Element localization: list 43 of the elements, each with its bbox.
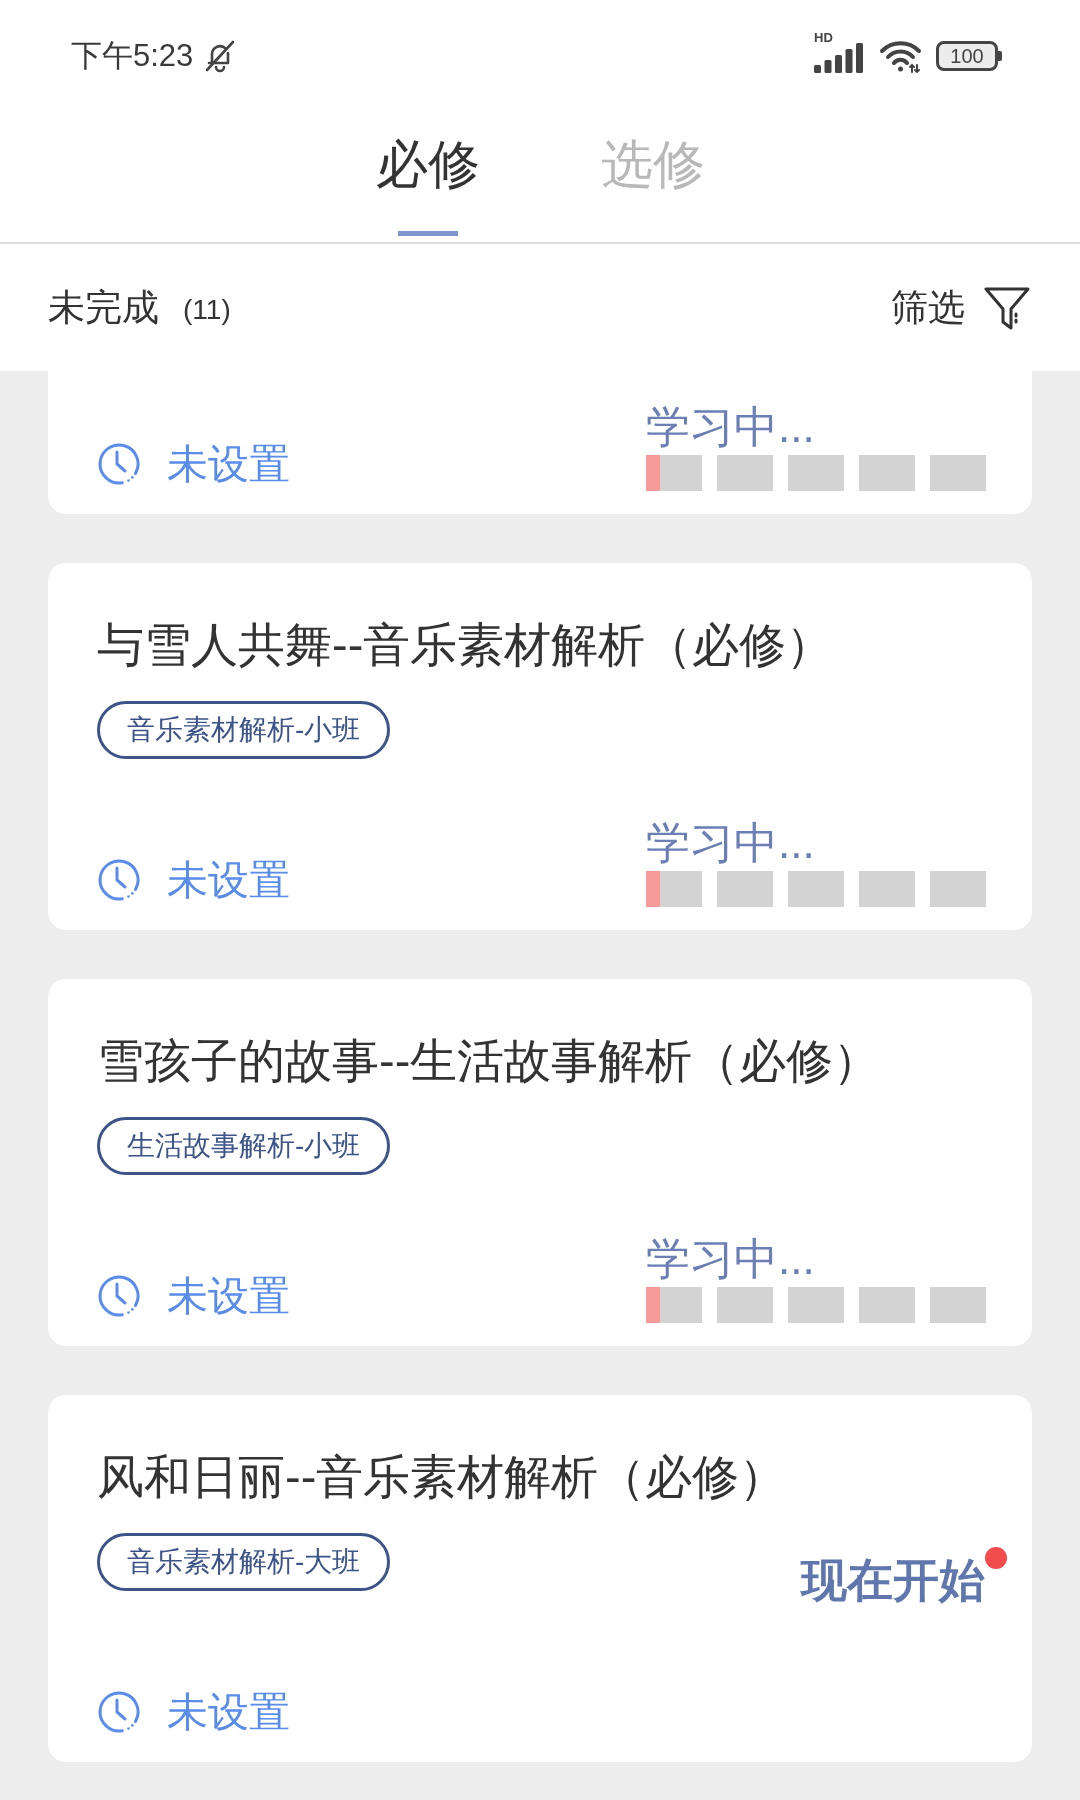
schedule-label: 未设置 bbox=[167, 856, 290, 905]
class-tag: 音乐素材解析-小班 bbox=[97, 701, 391, 759]
progress-segment bbox=[859, 871, 915, 907]
progress-segment bbox=[717, 455, 773, 491]
filter-button[interactable]: 筛选 bbox=[891, 283, 1031, 332]
course-card[interactable]: 风和日丽--音乐素材解析（必修） 音乐素材解析-大班 现在开始 未设置 bbox=[48, 1395, 1032, 1762]
tab[interactable]: 必修 bbox=[375, 134, 480, 236]
course-card[interactable]: 未设置 学习中... bbox=[48, 371, 1032, 514]
schedule-label: 未设置 bbox=[167, 1688, 290, 1737]
course-title: 风和日丽--音乐素材解析（必修） bbox=[97, 1449, 788, 1505]
progress-segment bbox=[788, 455, 844, 491]
progress-segment bbox=[859, 455, 915, 491]
class-tag: 音乐素材解析-大班 bbox=[97, 1533, 391, 1591]
progress-segment bbox=[859, 1287, 915, 1323]
course-title: 与雪人共舞--音乐素材解析（必修） bbox=[97, 617, 835, 673]
status-label: 学习中... bbox=[646, 818, 816, 868]
class-tag: 生活故事解析-小班 bbox=[97, 1117, 391, 1175]
clock-icon bbox=[97, 858, 141, 902]
status-label: 学习中... bbox=[646, 1234, 816, 1284]
network-type-label: HD bbox=[814, 31, 833, 45]
progress-segment bbox=[788, 1287, 844, 1323]
schedule-label: 未设置 bbox=[167, 1272, 290, 1321]
clock-icon bbox=[97, 1274, 141, 1318]
count-label: (11) bbox=[183, 292, 231, 327]
clock-icon bbox=[97, 442, 141, 486]
filter-status-label: 未完成 bbox=[48, 285, 159, 330]
wifi-icon bbox=[879, 39, 922, 73]
progress-segment bbox=[930, 1287, 986, 1323]
progress-segment bbox=[717, 871, 773, 907]
schedule-label: 未设置 bbox=[167, 440, 290, 489]
status-time: 下午5:23 bbox=[71, 38, 194, 74]
progress-segment bbox=[930, 455, 986, 491]
progress-segment bbox=[717, 1287, 773, 1323]
start-button[interactable]: 现在开始 bbox=[801, 1555, 985, 1605]
course-title: 雪孩子的故事--生活故事解析（必修） bbox=[97, 1033, 882, 1089]
progress-segment bbox=[788, 871, 844, 907]
signal-icon bbox=[814, 43, 865, 73]
battery-indicator: 100 bbox=[936, 41, 1002, 71]
course-card[interactable]: 与雪人共舞--音乐素材解析（必修） 音乐素材解析-小班 未设置 学习中... bbox=[48, 563, 1032, 930]
clock-icon bbox=[97, 1690, 141, 1734]
progress-segment bbox=[930, 871, 986, 907]
course-card[interactable]: 雪孩子的故事--生活故事解析（必修） 生活故事解析-小班 未设置 学习中... bbox=[48, 979, 1032, 1346]
status-label: 学习中... bbox=[646, 402, 816, 452]
